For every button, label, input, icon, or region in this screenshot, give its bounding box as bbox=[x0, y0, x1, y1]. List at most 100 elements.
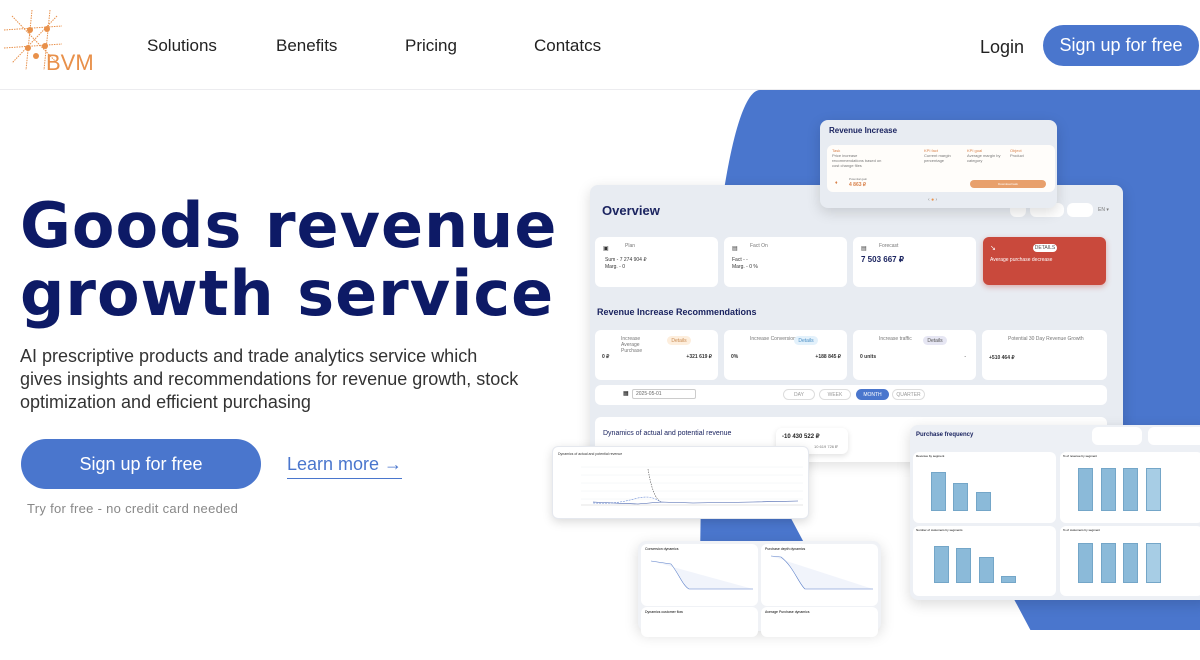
bar bbox=[976, 492, 991, 511]
rec-label: Increase traffic bbox=[879, 336, 912, 342]
forecast-value: 7 503 667 ₽ bbox=[861, 255, 904, 264]
hero-title: Goods revenue growth service bbox=[20, 192, 557, 328]
bar bbox=[1078, 543, 1093, 583]
period-quarter[interactable]: QUARTER bbox=[892, 389, 925, 400]
purchase-frequency-title: Purchase frequency bbox=[916, 432, 974, 438]
rec-label: Increase Average Purchase bbox=[621, 336, 643, 354]
plan-margin: Marg. - 0 bbox=[605, 264, 626, 270]
forecast-label: Forecast bbox=[879, 243, 899, 249]
rec-left: +510 464 ₽ bbox=[989, 355, 1015, 361]
lightbulb-icon: ♦ bbox=[835, 180, 838, 186]
rec-right: +321 619 ₽ bbox=[686, 354, 712, 360]
bar bbox=[1001, 576, 1016, 583]
conversion-dynamics-chart: Conversion dynamics bbox=[641, 544, 758, 606]
hero-title-line2: growth service bbox=[20, 257, 555, 330]
rec-left: 0% bbox=[731, 354, 739, 360]
signup-button-hero[interactable]: Sign up for free bbox=[21, 439, 261, 489]
plan-sum: Sum - 7 274 904 ₽ bbox=[605, 257, 647, 263]
bar bbox=[934, 546, 949, 583]
rec-label: Potential 30 Day Revenue Growth bbox=[1008, 336, 1084, 342]
bar bbox=[931, 472, 946, 511]
object-text: Product bbox=[1010, 153, 1024, 158]
task-box: Task Price increase recommendations base… bbox=[827, 145, 1055, 192]
conversion-line bbox=[650, 560, 753, 590]
revenue-increase-card: Revenue Increase Task Price increase rec… bbox=[820, 120, 1057, 208]
details-button[interactable]: Details bbox=[667, 336, 691, 345]
nav-contacts[interactable]: Contatcs bbox=[534, 36, 601, 56]
wallet-icon: ▣ bbox=[603, 246, 609, 252]
chart-title: Dynamics customer flow bbox=[645, 610, 683, 614]
dynamics-line-chart bbox=[581, 466, 803, 506]
details-button[interactable]: Details bbox=[923, 336, 947, 345]
learn-more-link[interactable]: Learn more → bbox=[287, 454, 403, 479]
bar bbox=[1101, 543, 1116, 583]
chart-icon: ▤ bbox=[732, 246, 738, 252]
period-day[interactable]: DAY bbox=[783, 389, 815, 400]
hero-subtitle: AI prescriptive products and trade analy… bbox=[20, 346, 519, 412]
rec-card-avg-purchase: Increase Average Purchase Details 0 ₽ +3… bbox=[595, 330, 718, 380]
plan-card: ▣ Plan Sum - 7 274 904 ₽ Marg. - 0 bbox=[595, 237, 718, 287]
bar bbox=[1146, 468, 1161, 511]
rec-card-traffic: Increase traffic Details 0 units - bbox=[853, 330, 976, 380]
dynamics-value1: -10 430 522 ₽ bbox=[782, 434, 820, 440]
mini-charts-panel: Conversion dynamics Purchase depth dynam… bbox=[638, 541, 881, 637]
period-toolbar: ▦ 2025-05-01 DAY WEEK MONTH QUARTER bbox=[595, 385, 1107, 405]
signup-button-header[interactable]: Sign up for free bbox=[1043, 25, 1199, 66]
rec-left: 0 units bbox=[860, 354, 877, 360]
chart-customers-by-segment: Number of customers by segments bbox=[913, 526, 1056, 596]
bar bbox=[1123, 468, 1138, 511]
rec-right: +188 845 ₽ bbox=[815, 354, 841, 360]
alert-text: Average purchase decrease bbox=[990, 257, 1053, 263]
overview-panel: Overview EN ▾ ▣ Plan Sum - 7 274 904 ₽ M… bbox=[590, 185, 1123, 462]
logo-text: BVM bbox=[46, 50, 94, 75]
login-link[interactable]: Login bbox=[980, 37, 1024, 58]
details-button[interactable]: Details bbox=[794, 336, 818, 345]
bar bbox=[1123, 543, 1138, 583]
fact-label: Fact On bbox=[750, 243, 768, 249]
site-header: BVM Solutions Benefits Pricing Contatcs … bbox=[0, 0, 1200, 90]
customer-flow-chart: Dynamics customer flow bbox=[641, 607, 758, 637]
fact-card: ▤ Fact On Fact - - Marg. - 0 % bbox=[724, 237, 847, 287]
task-text: Price increase recommendations based on … bbox=[832, 153, 882, 168]
rec-card-potential: Potential 30 Day Revenue Growth +510 464… bbox=[982, 330, 1107, 380]
kpi-fact-text: Current margin percentage bbox=[924, 153, 951, 163]
download-task-button[interactable]: Download task bbox=[970, 180, 1046, 188]
dynamics-chart-card: Dynamics of actual and potential revenue bbox=[552, 446, 809, 519]
overview-title: Overview bbox=[602, 203, 660, 218]
chart-revenue-by-segment: Revenue by segment bbox=[913, 452, 1056, 523]
revenue-increase-title: Revenue Increase bbox=[829, 126, 898, 135]
nav-solutions[interactable]: Solutions bbox=[147, 36, 217, 56]
bar bbox=[953, 483, 968, 511]
chart-revenue-share-by-segment: % of revenue by segment bbox=[1060, 452, 1200, 523]
hero-title-line1: Goods revenue bbox=[20, 189, 558, 262]
period-week[interactable]: WEEK bbox=[819, 389, 851, 400]
recommendations-title: Revenue Increase Recommendations bbox=[597, 307, 757, 317]
fact-value: Fact - - bbox=[732, 257, 748, 263]
fact-margin: Marg. - 0 % bbox=[732, 264, 758, 270]
stat-chip bbox=[1148, 427, 1200, 445]
chart-title: % of revenue by segment bbox=[1063, 454, 1098, 458]
date-input[interactable]: 2025-05-01 bbox=[632, 389, 696, 399]
chart-title: % of customers by segment bbox=[1063, 528, 1101, 532]
alert-details-button[interactable]: DETAILS bbox=[1033, 244, 1057, 252]
nav-benefits[interactable]: Benefits bbox=[276, 36, 337, 56]
trend-down-icon: ↘ bbox=[990, 245, 996, 252]
forecast-card: ▤ Forecast 7 503 667 ₽ bbox=[853, 237, 976, 287]
bar bbox=[979, 557, 994, 583]
carousel-pager[interactable]: ‹ ● › bbox=[928, 197, 937, 203]
free-trial-note: Try for free - no credit card needed bbox=[27, 501, 239, 516]
depth-line bbox=[770, 555, 873, 590]
purchase-depth-chart: Purchase depth dynamics bbox=[761, 544, 878, 606]
bar bbox=[1101, 468, 1116, 511]
rec-card-conversion: Increase Conversion Details 0% +188 845 … bbox=[724, 330, 847, 380]
chart-title: Average Purchase dynamics bbox=[765, 610, 810, 614]
nav-pricing[interactable]: Pricing bbox=[405, 36, 457, 56]
plan-label: Plan bbox=[625, 243, 636, 249]
user-button[interactable] bbox=[1067, 203, 1093, 217]
language-select[interactable]: EN ▾ bbox=[1098, 207, 1109, 213]
potential-value: 4 863 ₽ bbox=[849, 182, 867, 188]
period-month[interactable]: MONTH bbox=[856, 389, 889, 400]
calendar-icon: ▦ bbox=[623, 391, 629, 397]
rec-label: Increase Conversion bbox=[750, 336, 796, 342]
potential-label: Potential gain bbox=[849, 177, 868, 181]
